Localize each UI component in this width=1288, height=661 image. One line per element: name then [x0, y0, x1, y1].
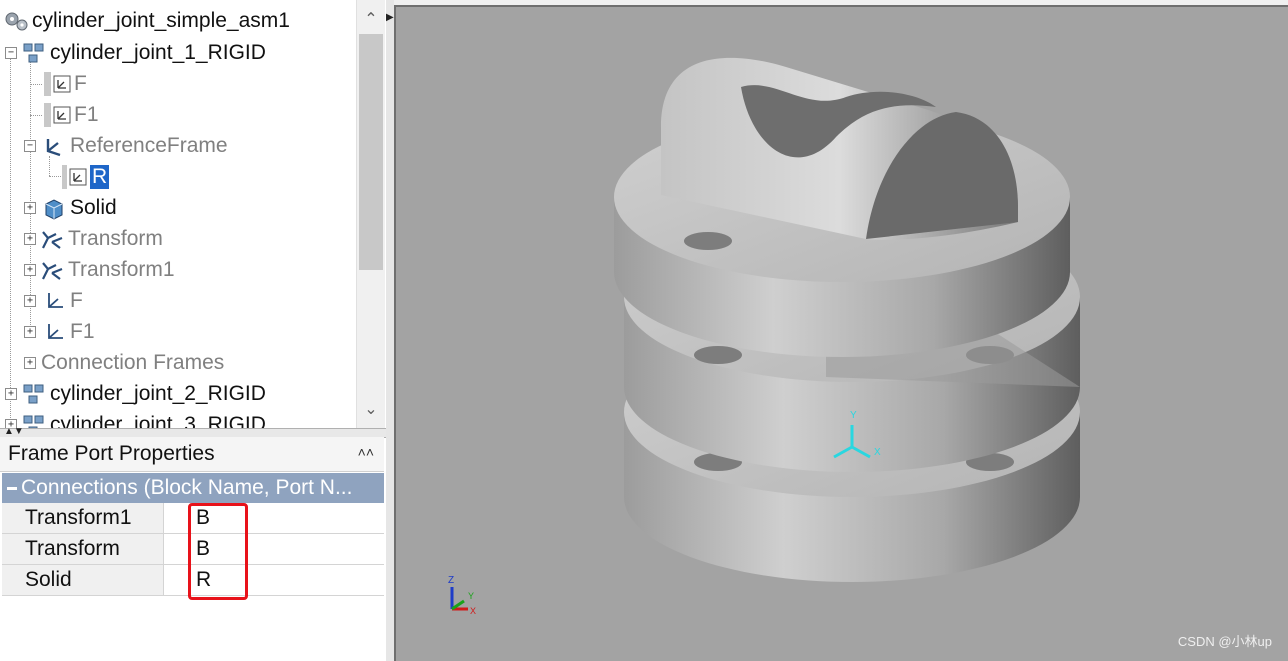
transform-icon — [40, 228, 63, 250]
tree-item-frame-f[interactable]: F — [44, 69, 87, 99]
solid-icon — [42, 197, 64, 220]
tree-item-port-f1[interactable]: F1 — [44, 317, 95, 347]
center-triad-x: X — [874, 447, 881, 458]
tree-item-label: cylinder_joint_1_RIGID — [50, 41, 266, 64]
tree-item-label: Transform1 — [68, 258, 175, 281]
tree-connector — [49, 176, 63, 177]
frame-port-icon — [53, 75, 71, 93]
corner-triad-x: X — [470, 606, 476, 616]
property-name: Transform — [2, 534, 164, 564]
frame-axes-icon — [44, 321, 66, 343]
3d-viewport[interactable]: Y X Z Y X CSDN @小林up — [394, 5, 1288, 661]
highlight-box — [188, 503, 248, 600]
transform-icon — [40, 259, 63, 281]
tree-item-cylinder-joint-2[interactable]: cylinder_joint_2_RIGID — [22, 379, 266, 409]
frame-port-icon — [53, 106, 71, 124]
tree-root[interactable]: cylinder_joint_simple_asm1 — [4, 6, 290, 36]
tree-item-cylinder-joint-3[interactable]: cylinder_joint_3_RIGID — [22, 410, 266, 428]
scroll-up-icon[interactable]: ⌃ — [357, 8, 385, 32]
expand-toggle[interactable]: + — [24, 326, 36, 338]
watermark: CSDN @小林up — [1177, 634, 1272, 649]
tree-item-reference-frame[interactable]: ReferenceFrame — [42, 131, 228, 161]
expand-toggle[interactable]: + — [24, 202, 36, 214]
tree-item-label: Connection Frames — [41, 351, 225, 374]
category-label: Connections (Block Name, Port N... — [21, 476, 353, 499]
tree-item-label: R — [90, 165, 110, 189]
tree-item-connection-frames[interactable]: Connection Frames — [38, 348, 224, 378]
tree-item-label: F — [70, 289, 83, 312]
scroll-down-icon[interactable]: ⌄ — [357, 398, 385, 422]
subsystem-icon — [22, 383, 44, 405]
tree-item-transform1[interactable]: Transform1 — [40, 255, 175, 285]
tree-item-label: F1 — [70, 320, 95, 343]
tree-item-label: Transform — [68, 227, 163, 250]
tree-connector — [10, 50, 11, 420]
property-name: Solid — [2, 565, 164, 595]
property-name: Transform1 — [2, 503, 164, 533]
tree-item-frame-f1[interactable]: F1 — [44, 100, 99, 130]
tree-item-frame-r[interactable]: R — [62, 162, 110, 192]
center-triad-y: Y — [850, 410, 857, 421]
tree-root-label: cylinder_joint_simple_asm1 — [32, 9, 290, 32]
divider-arrow-icon: ▶ — [386, 12, 394, 23]
pane-divider[interactable]: ▶ — [386, 0, 394, 661]
frame-port-icon — [69, 168, 87, 186]
model-tree: cylinder_joint_simple_asm1 − cylinder_jo… — [0, 0, 356, 428]
corner-triad-z: Z — [448, 575, 454, 586]
corner-triad-y: Y — [468, 591, 474, 601]
collapse-toggle[interactable]: − — [24, 140, 36, 152]
tree-item-solid[interactable]: Solid — [42, 193, 117, 223]
tree-item-transform[interactable]: Transform — [40, 224, 163, 254]
properties-title: Frame Port Properties — [8, 442, 215, 465]
model-render: Y X Z Y X — [448, 57, 1080, 616]
frame-axes-icon — [44, 290, 66, 312]
subsystem-icon — [22, 414, 44, 428]
expand-toggle[interactable]: + — [24, 233, 36, 245]
tree-item-label: cylinder_joint_3_RIGID — [50, 413, 266, 428]
tree-item-cylinder-joint-1[interactable]: cylinder_joint_1_RIGID — [22, 38, 266, 68]
collapse-chevron-icon[interactable]: ˄˄ — [358, 444, 374, 460]
expand-toggle[interactable]: + — [24, 264, 36, 276]
expand-toggle[interactable]: + — [24, 357, 36, 369]
tree-item-label: F1 — [74, 103, 99, 126]
left-panel: cylinder_joint_simple_asm1 − cylinder_jo… — [0, 0, 387, 661]
tree-item-label: Solid — [70, 196, 117, 219]
tree-connector — [30, 115, 42, 116]
subsystem-icon — [22, 42, 44, 64]
expand-toggle[interactable]: + — [5, 388, 17, 400]
tree-connector — [30, 84, 42, 85]
tree-scrollbar[interactable]: ⌃ ⌄ — [356, 0, 385, 428]
collapse-toggle[interactable]: − — [5, 47, 17, 59]
splitter-grip-icon: ▲▼ — [4, 426, 24, 437]
scrollbar-thumb[interactable] — [359, 34, 383, 270]
tree-item-label: F — [74, 72, 87, 95]
expand-toggle[interactable]: + — [24, 295, 36, 307]
assembly-icon — [4, 10, 28, 32]
corner-triad — [450, 587, 468, 611]
properties-header: Frame Port Properties ˄˄ — [0, 437, 384, 472]
tree-item-label: cylinder_joint_2_RIGID — [50, 382, 266, 405]
connections-category[interactable]: Connections (Block Name, Port N... — [2, 473, 384, 503]
tree-item-port-f[interactable]: F — [44, 286, 83, 316]
reference-frame-icon — [42, 135, 64, 157]
tree-item-label: ReferenceFrame — [70, 134, 228, 157]
collapse-minus-icon[interactable] — [7, 486, 17, 490]
